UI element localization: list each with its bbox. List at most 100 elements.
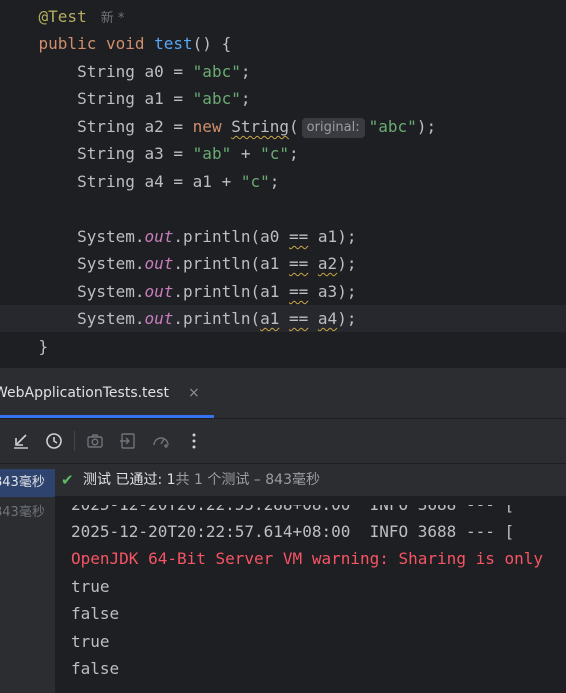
- code-line-print-4[interactable]: System.out.println(a1 == a4);: [0, 305, 566, 332]
- test-status-text: 测试 已通过: 1共 1 个测试 – 843毫秒: [83, 464, 320, 496]
- status-count: 1: [166, 472, 176, 488]
- annotation-test: @Test: [38, 7, 87, 26]
- operator: =: [163, 62, 193, 81]
- screenshot-camera-icon[interactable]: [84, 430, 106, 452]
- import-tests-icon[interactable]: [10, 430, 32, 452]
- code-line-decl-a0[interactable]: String a0 = "abc";: [0, 58, 566, 85]
- test-tree-item[interactable]: 843毫秒: [0, 499, 55, 527]
- history-clock-icon[interactable]: [43, 430, 65, 452]
- type-name: String: [77, 117, 135, 136]
- system-ref: System.: [77, 254, 145, 273]
- system-ref: System.: [77, 282, 145, 301]
- run-tab-label: WebApplicationTests.test: [0, 385, 169, 401]
- annotation-meta: 新 *: [100, 11, 125, 26]
- status-label: 测试 已通过:: [83, 472, 167, 488]
- console-line: 2025-12-20T20:22:55.288+08:00 INFO 3688 …: [71, 496, 515, 514]
- string-literal: "c": [240, 172, 270, 191]
- println-call: .println(: [173, 254, 261, 273]
- code-line-decl-a1[interactable]: String a1 = "abc";: [0, 85, 566, 112]
- code-line-print-1[interactable]: System.out.println(a0 == a1);: [0, 223, 566, 250]
- out-field: out: [144, 254, 174, 273]
- system-ref: System.: [77, 309, 145, 328]
- code-line-closing-brace[interactable]: }: [0, 333, 566, 360]
- var-ref: a1: [317, 227, 338, 246]
- semicolon: ;: [240, 89, 251, 108]
- test-status-bar: ✔ 测试 已通过: 1共 1 个测试 – 843毫秒: [55, 464, 566, 496]
- var-ref: a0: [260, 227, 280, 246]
- paren-close: );: [337, 309, 357, 328]
- console-line: false: [71, 604, 120, 623]
- var-name: a0: [144, 62, 164, 81]
- var-ref: a1: [260, 309, 280, 328]
- method-name: test: [154, 34, 193, 53]
- string-literal: "ab": [192, 144, 232, 163]
- string-literal: "abc": [368, 117, 417, 136]
- semicolon: ;: [240, 62, 251, 81]
- console-line: 2025-12-20T20:22:57.614+08:00 INFO 3688 …: [71, 522, 515, 541]
- kw-void: void: [105, 34, 145, 53]
- out-field: out: [144, 282, 174, 301]
- println-call: .println(: [173, 309, 261, 328]
- kw-new: new: [192, 117, 222, 136]
- operator: +: [231, 144, 261, 163]
- console-output[interactable]: 2025-12-20T20:22:55.288+08:00 INFO 3688 …: [55, 496, 566, 693]
- test-tree-item[interactable]: 843毫秒: [0, 469, 55, 497]
- active-tab-indicator: [0, 415, 214, 418]
- paren-close: );: [337, 254, 357, 273]
- code-line-print-3[interactable]: System.out.println(a1 == a3);: [0, 278, 566, 305]
- string-literal: "abc": [192, 89, 241, 108]
- semicolon: );: [416, 117, 437, 136]
- operator: =: [163, 89, 193, 108]
- code-line-decl-a3[interactable]: String a3 = "ab" + "c";: [0, 140, 566, 167]
- toolbar-separator: [74, 431, 75, 451]
- code-line-print-2[interactable]: System.out.println(a1 == a2);: [0, 250, 566, 277]
- string-literal: "abc": [192, 62, 241, 81]
- code-line-decl-a2[interactable]: String a2 = new String(original: "abc");: [0, 113, 566, 140]
- method-rest: () {: [192, 34, 232, 53]
- equality-operator: ==: [289, 309, 309, 328]
- console-line-warning: OpenJDK 64-Bit Server VM warning: Sharin…: [71, 549, 544, 568]
- code-line-method-signature[interactable]: public void test() {: [0, 30, 566, 57]
- var-ref: a3: [317, 282, 338, 301]
- export-icon[interactable]: [117, 430, 139, 452]
- code-line-decl-a4[interactable]: String a4 = a1 + "c";: [0, 168, 566, 195]
- close-icon[interactable]: ×: [188, 368, 200, 418]
- equality-operator: ==: [289, 282, 309, 301]
- console-line: false: [71, 659, 120, 678]
- status-detail: 共 1 个测试 – 843毫秒: [175, 472, 320, 488]
- type-name: String: [77, 144, 135, 163]
- test-duration: 843毫秒: [0, 475, 45, 490]
- paren-close: );: [337, 282, 357, 301]
- test-tree: 843毫秒 843毫秒: [0, 464, 55, 693]
- more-vertical-icon[interactable]: [183, 430, 205, 452]
- var-name: a3: [144, 144, 164, 163]
- string-literal: "c": [260, 144, 290, 163]
- constructor-name: String: [231, 117, 290, 136]
- var-ref: a1: [192, 172, 212, 191]
- operator: =: [163, 172, 193, 191]
- code-editor[interactable]: @Test 新 * public void test() { String a0 …: [0, 0, 566, 368]
- paren-close: );: [337, 227, 357, 246]
- console-line: true: [71, 577, 110, 596]
- run-tab[interactable]: WebApplicationTests.test ×: [0, 368, 214, 418]
- type-name: String: [77, 89, 135, 108]
- var-ref: a2: [317, 254, 338, 273]
- var-ref: a4: [317, 309, 338, 328]
- var-ref: a1: [260, 254, 280, 273]
- equality-operator: ==: [289, 254, 309, 273]
- console-line: true: [71, 632, 110, 651]
- code-line-annotation[interactable]: @Test 新 *: [0, 3, 566, 30]
- semicolon: ;: [269, 172, 280, 191]
- test-duration: 843毫秒: [0, 505, 45, 520]
- var-ref: a1: [260, 282, 280, 301]
- operator: +: [211, 172, 241, 191]
- var-name: a2: [144, 117, 164, 136]
- closing-brace: }: [38, 337, 49, 356]
- var-name: a1: [144, 89, 164, 108]
- type-name: String: [77, 172, 135, 191]
- equality-operator: ==: [289, 227, 309, 246]
- check-icon: ✔: [61, 471, 74, 489]
- operator: =: [163, 117, 193, 136]
- out-field: out: [144, 309, 174, 328]
- coverage-gauge-icon[interactable]: [150, 430, 172, 452]
